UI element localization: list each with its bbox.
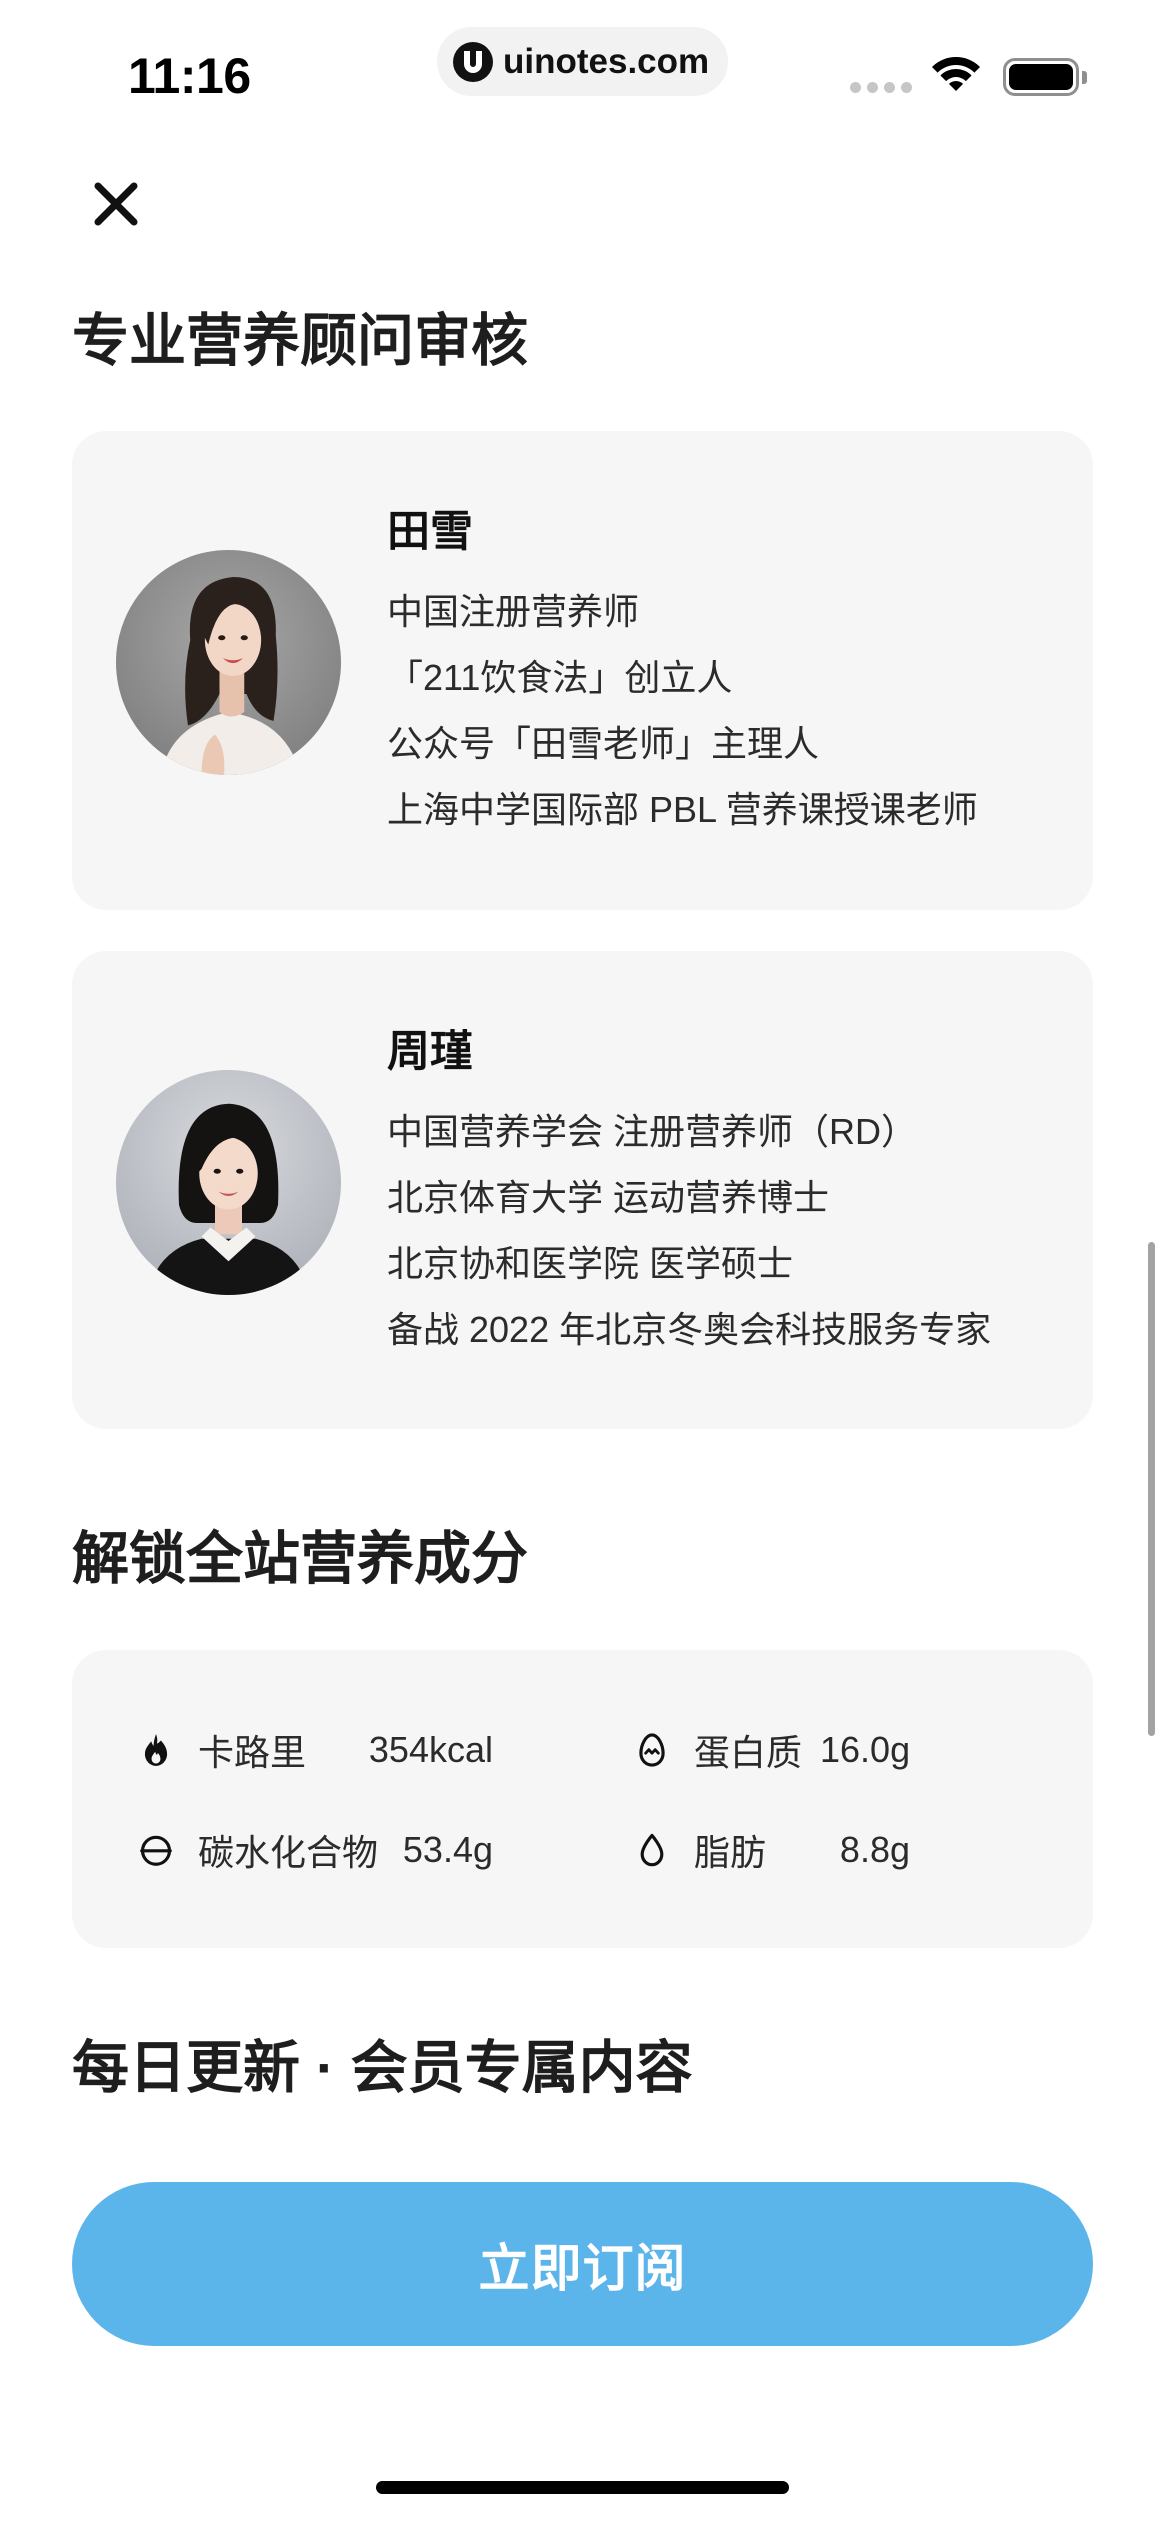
reviewer-name: 田雪 bbox=[387, 508, 473, 556]
nutrient-item: 脂肪 8.8g bbox=[633, 1820, 910, 1880]
reviewer-credentials: 中国注册营养师 「211饮食法」创立人 公众号「田雪老师」主理人 上海中学国际部… bbox=[387, 579, 978, 843]
cellular-signal-icon bbox=[850, 82, 912, 93]
battery-body bbox=[1003, 58, 1079, 96]
nutrient-item: 碳水化合物 53.4g bbox=[137, 1820, 493, 1880]
url-text: uinotes.com bbox=[503, 41, 710, 81]
nutrient-item: 蛋白质 16.0g bbox=[633, 1720, 910, 1780]
reviewer-credential: 备战 2022 年北京冬奥会科技服务专家 bbox=[387, 1309, 992, 1350]
nutrient-item: 卡路里 354kcal bbox=[137, 1720, 493, 1780]
nutrient-value: 53.4g bbox=[402, 1829, 493, 1870]
flame-icon bbox=[137, 1731, 175, 1769]
drop-icon bbox=[633, 1831, 671, 1869]
nutrient-value: 8.8g bbox=[839, 1829, 910, 1870]
reviewer-card: 田雪 中国注册营养师 「211饮食法」创立人 公众号「田雪老师」主理人 上海中学… bbox=[72, 431, 1093, 910]
wifi-icon bbox=[930, 55, 982, 93]
nutrient-value: 354kcal bbox=[368, 1729, 493, 1770]
egg-icon bbox=[633, 1731, 671, 1769]
reviewer-credential: 上海中学国际部 PBL 营养课授课老师 bbox=[387, 789, 978, 830]
close-icon bbox=[91, 179, 141, 229]
reviewer-avatar bbox=[116, 550, 341, 775]
url-pill: uinotes.com bbox=[437, 27, 728, 96]
nutrient-label: 蛋白质 bbox=[694, 1732, 803, 1773]
section-title-reviewers: 专业营养顾问审核 bbox=[72, 309, 528, 373]
reviewer-credential: 公众号「田雪老师」主理人 bbox=[387, 723, 820, 764]
battery-fill bbox=[1009, 64, 1073, 90]
nutrient-label: 碳水化合物 bbox=[198, 1832, 379, 1873]
status-time: 11:16 bbox=[128, 48, 251, 104]
reviewer-card: 周瑾 中国营养学会 注册营养师（RD） 北京体育大学 运动营养博士 北京协和医学… bbox=[72, 951, 1093, 1429]
reviewer-name: 周瑾 bbox=[387, 1028, 473, 1076]
reviewer-credential: 中国注册营养师 bbox=[387, 591, 640, 632]
section-title-daily: 每日更新 · 会员专属内容 bbox=[72, 2036, 693, 2100]
nutrient-label: 脂肪 bbox=[694, 1832, 767, 1873]
uinotes-logo-icon bbox=[453, 41, 493, 82]
nutrition-card: 卡路里 354kcal 蛋白质 16.0g 碳水化合物 53.4g 脂肪 8.8… bbox=[72, 1650, 1093, 1948]
reviewer-credential: 中国营养学会 注册营养师（RD） bbox=[387, 1111, 917, 1152]
subscribe-button-label: 立即订阅 bbox=[478, 2240, 687, 2297]
reviewer-credential: 「211饮食法」创立人 bbox=[387, 657, 733, 698]
nutrient-label: 卡路里 bbox=[198, 1732, 307, 1773]
section-title-nutrition: 解锁全站营养成分 bbox=[72, 1527, 528, 1591]
home-indicator[interactable] bbox=[376, 2481, 789, 2494]
battery-nub bbox=[1082, 70, 1087, 84]
reviewer-credentials: 中国营养学会 注册营养师（RD） 北京体育大学 运动营养博士 北京协和医学院 医… bbox=[387, 1099, 991, 1363]
reviewer-credential: 北京协和医学院 医学硕士 bbox=[387, 1243, 794, 1284]
scrollbar[interactable] bbox=[1148, 1242, 1155, 1736]
subscribe-button[interactable]: 立即订阅 bbox=[72, 2182, 1093, 2346]
battery-icon bbox=[1003, 58, 1087, 96]
reviewer-credential: 北京体育大学 运动营养博士 bbox=[387, 1177, 830, 1218]
carbs-icon bbox=[137, 1831, 175, 1869]
nutrient-value: 16.0g bbox=[820, 1729, 911, 1770]
reviewer-avatar bbox=[116, 1070, 341, 1295]
close-button[interactable] bbox=[86, 174, 146, 234]
